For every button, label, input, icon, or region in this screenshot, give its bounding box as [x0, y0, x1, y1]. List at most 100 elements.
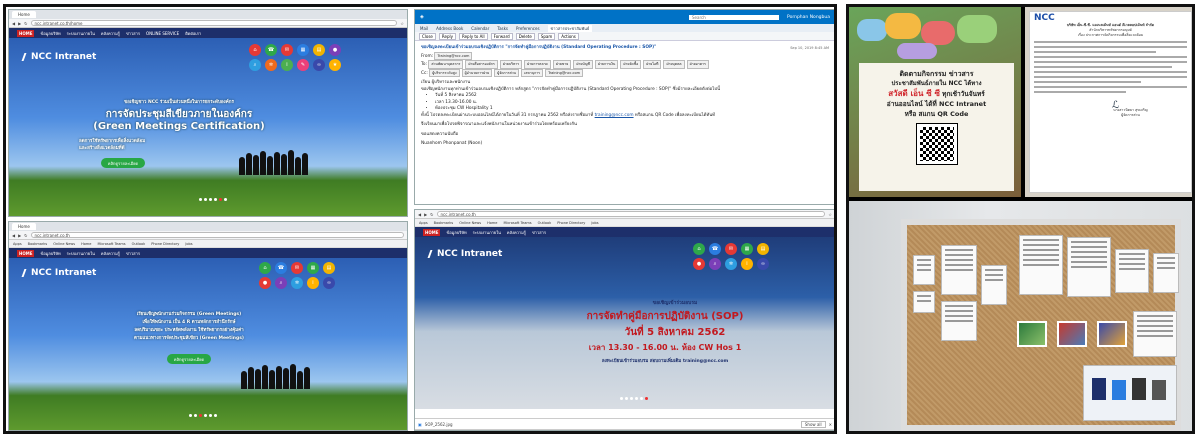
- recipient-pill[interactable]: ฝ่ายขาย: [552, 60, 572, 69]
- bookmark[interactable]: Microsoft Teams: [97, 242, 125, 246]
- user-icon[interactable]: ●: [259, 277, 271, 289]
- recipient-pill[interactable]: ฝ่ายการเงิน: [594, 60, 619, 69]
- close-icon[interactable]: ✕: [829, 422, 832, 427]
- info-icon[interactable]: i: [307, 277, 319, 289]
- star-icon[interactable]: ☆: [828, 212, 832, 217]
- reply-all-button[interactable]: Reply to All: [458, 32, 488, 40]
- bookmark[interactable]: Bookmarks: [28, 242, 48, 246]
- star-icon[interactable]: ★: [329, 59, 341, 71]
- tab-preferences[interactable]: Preferences: [516, 26, 540, 31]
- details-button[interactable]: คลิกดูรายละเอียด: [167, 354, 211, 364]
- delete-button[interactable]: Delete: [515, 32, 535, 40]
- search-icon[interactable]: ⌕: [275, 277, 287, 289]
- nav-item[interactable]: ข่าวสาร: [126, 30, 140, 37]
- forward-icon[interactable]: ▶: [18, 233, 21, 238]
- nav-item[interactable]: ติดต่อเรา: [185, 30, 201, 37]
- nav-item[interactable]: ระบบงานภายใน: [473, 229, 501, 236]
- gear-icon[interactable]: ✲: [265, 59, 277, 71]
- link-icon[interactable]: ∞: [757, 258, 769, 270]
- cc-pill[interactable]: ผู้อำนวยการฝ่าย: [461, 68, 493, 77]
- bookmark[interactable]: Phone Directory: [151, 242, 179, 246]
- document-icon[interactable]: ▤: [757, 243, 769, 255]
- mail-search-input[interactable]: Search: [689, 14, 780, 20]
- calendar-icon[interactable]: ▦: [307, 262, 319, 274]
- forward-button[interactable]: Forward: [490, 32, 513, 40]
- recipient-pill[interactable]: ส่วนพัฒนาบุคลากร: [428, 60, 464, 69]
- nav-home[interactable]: HOME: [17, 249, 35, 257]
- recipient-pill[interactable]: ฝ่ายไอที: [643, 60, 662, 69]
- nav-item[interactable]: ข่าวสาร: [126, 250, 140, 257]
- calendar-icon[interactable]: ▦: [297, 44, 309, 56]
- carousel-dots[interactable]: [620, 397, 648, 400]
- recipient-pill[interactable]: ฝ่ายสื่อสารองค์กร: [465, 60, 498, 69]
- carousel-dots[interactable]: [199, 198, 227, 201]
- address-bar[interactable]: ncc.intranet.co.th: [30, 232, 404, 238]
- nav-item[interactable]: คลังความรู้: [507, 229, 526, 236]
- mail-icon[interactable]: ✉: [281, 44, 293, 56]
- bookmark[interactable]: Apps: [13, 242, 22, 246]
- home-icon[interactable]: ⌂: [259, 262, 271, 274]
- reload-icon[interactable]: ↻: [430, 212, 433, 217]
- bookmark[interactable]: Apps: [419, 221, 428, 225]
- bookmark[interactable]: Online News: [53, 242, 75, 246]
- forward-icon[interactable]: ▶: [424, 212, 427, 217]
- cc-pill[interactable]: เลขานุการ: [521, 68, 544, 77]
- reload-icon[interactable]: ↻: [24, 21, 27, 26]
- recipient-pill[interactable]: ฝ่ายการตลาด: [524, 60, 551, 69]
- back-icon[interactable]: ◀: [418, 212, 421, 217]
- nav-item[interactable]: ข้อมูลบริษัท: [446, 229, 466, 236]
- nav-item[interactable]: ข้อมูลบริษัท: [40, 250, 60, 257]
- tab-message[interactable]: ข่าวสารประชาสัมพันธ์: [547, 24, 593, 32]
- ncc-logo[interactable]: NCC Intranet: [427, 249, 502, 259]
- phone-icon[interactable]: ☎: [709, 243, 721, 255]
- gear-icon[interactable]: ✲: [291, 277, 303, 289]
- bookmark[interactable]: Microsoft Teams: [503, 221, 531, 225]
- nav-item[interactable]: ระบบงานภายใน: [67, 30, 95, 37]
- document-icon[interactable]: ▤: [313, 44, 325, 56]
- bookmark[interactable]: Phone Directory: [557, 221, 585, 225]
- user-icon[interactable]: ●: [693, 258, 705, 270]
- cc-pill[interactable]: Training@ncc.com: [545, 68, 584, 77]
- recipient-pill[interactable]: ฝ่ายบุคคล: [663, 60, 685, 69]
- browser-tab[interactable]: Home: [12, 11, 36, 18]
- details-button[interactable]: คลิกดูรายละเอียด: [101, 158, 145, 168]
- link-icon[interactable]: ∞: [313, 59, 325, 71]
- phone-icon[interactable]: ☎: [265, 44, 277, 56]
- mail-icon[interactable]: ✉: [291, 262, 303, 274]
- home-icon[interactable]: ⌂: [693, 243, 705, 255]
- recipient-pill[interactable]: ฝ่ายบัญชี: [573, 60, 593, 69]
- tab-calendar[interactable]: Calendar: [471, 26, 489, 31]
- cc-pill[interactable]: ผู้บริหารระดับสูง: [429, 68, 460, 77]
- tab-tasks[interactable]: Tasks: [497, 26, 508, 31]
- recipient-pill[interactable]: ฝ่ายจัดซื้อ: [620, 60, 642, 69]
- chat-icon[interactable]: ✎: [297, 59, 309, 71]
- home-icon[interactable]: ⌂: [249, 44, 261, 56]
- back-icon[interactable]: ◀: [12, 233, 15, 238]
- recipient-pill[interactable]: ฝ่ายอาคาร: [686, 60, 709, 69]
- tab-address-book[interactable]: Address Book: [436, 26, 463, 31]
- nav-item[interactable]: คลังความรู้: [101, 250, 120, 257]
- nav-home[interactable]: HOME: [423, 228, 441, 236]
- reload-icon[interactable]: ↻: [24, 233, 27, 238]
- close-button[interactable]: Close: [419, 32, 436, 40]
- address-bar[interactable]: ncc.intranet.co.th/home: [30, 20, 398, 26]
- user-name[interactable]: Pornphan Nongbua: [787, 15, 830, 20]
- bookmark[interactable]: Bookmarks: [434, 221, 454, 225]
- ncc-logo[interactable]: NCC Intranet: [21, 268, 96, 278]
- qr-code[interactable]: [915, 123, 958, 165]
- bookmark[interactable]: Home: [487, 221, 497, 225]
- reply-button[interactable]: Reply: [438, 32, 456, 40]
- carousel-dots[interactable]: [189, 414, 217, 417]
- bookmark[interactable]: Online News: [459, 221, 481, 225]
- recipient-pill[interactable]: ฝ่ายบริหาร: [499, 60, 523, 69]
- document-icon[interactable]: ▤: [323, 262, 335, 274]
- address-bar[interactable]: ncc.intranet.co.th: [436, 211, 826, 217]
- cc-pill[interactable]: ผู้จัดการส่วน: [494, 68, 519, 77]
- nav-item[interactable]: ข้อมูลบริษัท: [40, 30, 60, 37]
- tab-mail[interactable]: Mail: [420, 26, 428, 31]
- back-icon[interactable]: ◀: [12, 21, 15, 26]
- browser-tab[interactable]: Home: [12, 223, 36, 230]
- nav-item[interactable]: คลังความรู้: [101, 30, 120, 37]
- search-icon[interactable]: ⌕: [249, 59, 261, 71]
- gear-icon[interactable]: ✲: [725, 258, 737, 270]
